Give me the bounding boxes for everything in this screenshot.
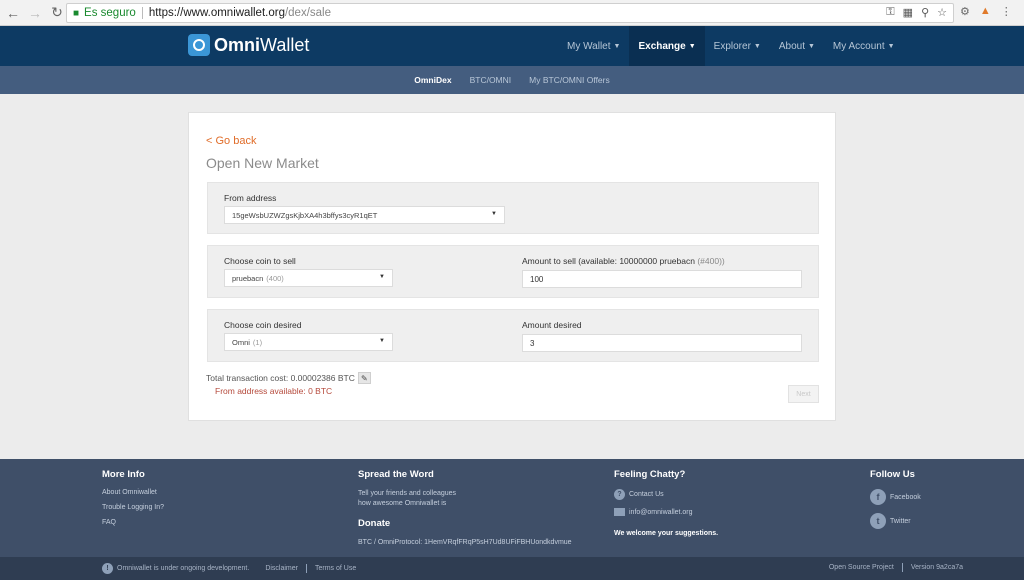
divider [305,564,307,573]
bottom-bar: ! Omniwallet is under ongoing developmen… [0,557,1024,580]
coin-sell-value: pruebacn [232,273,264,283]
translate-icon[interactable]: ▦ [903,6,913,19]
from-address-label: From address [224,193,277,203]
chevron-down-icon: ▼ [807,42,815,50]
chevron-down-icon: ▼ [688,42,696,50]
twitter-icon: t [870,513,886,529]
divider [901,563,903,572]
subnav-my-offers[interactable]: My BTC/OMNI Offers [529,75,610,85]
more-menu-icon[interactable]: ⋮ [1001,5,1012,18]
from-address-value: 15geWsbUZWZgsKjbXA4h3bffys3cyR1qET [232,210,378,220]
amount-desired-label: Amount desired [522,320,582,330]
available-balance-warning: From address available: 0 BTC [215,386,333,396]
footer: More Info About Omniwallet Trouble Loggi… [0,459,1024,557]
footer-chatty: Feeling Chatty? ? Contact Us info@omniwa… [614,469,718,537]
subnav-btc-omni[interactable]: BTC/OMNI [470,75,512,85]
from-address-panel: From address 15geWsbUZWZgsKjbXA4h3bffys3… [207,182,819,234]
go-back-link[interactable]: < Go back [206,135,256,147]
sub-navbar: OmniDex BTC/OMNI My BTC/OMNI Offers [0,66,1024,94]
transaction-cost-text: Total transaction cost: 0.00002386 BTC [206,373,355,383]
brand-name: OmniWallet [214,34,310,55]
open-source-link[interactable]: Open Source Project [829,564,894,571]
open-market-card: < Go back Open New Market From address 1… [188,112,836,421]
coin-sell-id: (400) [266,273,284,283]
browser-toolbar: ← → ↻ ■ Es seguro https://www.omniwallet… [0,0,1024,26]
address-bar[interactable]: ■ Es seguro https://www.omniwallet.org /… [66,3,954,23]
sell-panel: Choose coin to sell pruebacn (400) ▼ Amou… [207,245,819,298]
reload-icon[interactable]: ↻ [48,4,66,22]
extension-fox-icon[interactable]: ▲ [980,5,991,18]
page-title: Open New Market [206,155,319,171]
transaction-cost: Total transaction cost: 0.00002386 BTC ✎ [206,372,371,384]
footer-heading: Follow Us [870,469,915,480]
chevron-down-icon: ▼ [613,42,621,50]
coin-desired-value: Omni [232,337,250,347]
question-icon: ? [614,489,625,500]
footer-link-about[interactable]: About Omniwallet [102,489,164,496]
omni-logo-icon [188,34,210,56]
mail-icon [614,508,625,516]
omniwallet-logo[interactable]: OmniWallet [188,34,309,56]
forward-arrow-icon[interactable]: → [26,4,44,22]
back-arrow-icon[interactable]: ← [4,4,22,22]
next-button[interactable]: Next [788,385,819,403]
donate-heading: Donate [358,518,391,529]
pencil-icon[interactable]: ✎ [357,372,371,384]
coin-desired-id: (1) [252,337,263,347]
donate-address[interactable]: BTC / OmniProtocol: 1HemVRqfFRqP5sH7Ud8U… [358,538,572,548]
chevron-down-icon: ▼ [753,42,761,50]
spread-text-line1[interactable]: Tell your friends and colleagues [358,489,572,499]
menu-exchange[interactable]: Exchange ▼ [629,26,705,66]
coin-sell-label: Choose coin to sell [224,256,296,266]
menu-my-wallet[interactable]: My Wallet ▼ [558,26,629,66]
chevron-down-icon: ▼ [887,42,895,50]
version-link[interactable]: Version 9a2ca7a [911,564,963,571]
terms-link[interactable]: Terms of Use [315,565,356,572]
footer-link-trouble[interactable]: Trouble Logging In? [102,504,164,511]
footer-spread: Spread the Word Tell your friends and co… [358,469,572,548]
menu-explorer[interactable]: Explorer ▼ [705,26,770,66]
menu-about[interactable]: About ▼ [770,26,824,66]
extension-icon[interactable]: ⚙ [960,5,970,18]
footer-follow: Follow Us f Facebook t Twitter [870,469,921,537]
coin-sell-select[interactable]: pruebacn (400) ▼ [224,269,393,287]
caret-down-icon: ▼ [379,338,385,344]
welcome-text: We welcome your suggestions. [614,530,719,537]
lock-icon: ■ [73,7,80,19]
development-notice: Omniwallet is under ongoing development. [117,565,250,572]
menu-my-account[interactable]: My Account ▼ [824,26,904,66]
info-icon: ! [102,563,113,574]
caret-down-icon: ▼ [379,274,385,280]
url-path: /dex/sale [284,7,331,19]
main-menu: My Wallet ▼ Exchange ▼ Explorer ▼ About ▼ My… [558,26,904,66]
facebook-icon: f [870,489,886,505]
secure-label: Es seguro [84,7,136,19]
desired-panel: Choose coin desired Omni (1) ▼ Amount des… [207,309,819,362]
contact-us-link[interactable]: ? Contact Us [614,489,718,500]
subnav-omnidex[interactable]: OmniDex [414,75,451,85]
zoom-icon[interactable]: ⚲ [921,6,929,19]
amount-sell-input[interactable]: 100 [522,270,802,288]
disclaimer-link[interactable]: Disclaimer [265,565,298,572]
top-navbar: OmniWallet My Wallet ▼ Exchange ▼ Explorer… [0,26,1024,66]
twitter-link[interactable]: t Twitter [870,513,921,529]
amount-desired-input[interactable]: 3 [522,334,802,352]
key-icon[interactable]: ⚿ [886,6,894,19]
facebook-link[interactable]: f Facebook [870,489,921,505]
amount-sell-label: Amount to sell (available: 10000000 prue… [522,256,725,266]
star-icon[interactable]: ☆ [937,6,947,19]
footer-heading: More Info [102,469,145,480]
coin-desired-label: Choose coin desired [224,320,302,330]
coin-desired-select[interactable]: Omni (1) ▼ [224,333,393,351]
footer-more-info: More Info About Omniwallet Trouble Loggi… [102,469,164,534]
email-link[interactable]: info@omniwallet.org [614,508,718,516]
footer-heading: Spread the Word [358,469,434,480]
footer-link-faq[interactable]: FAQ [102,519,164,526]
url-host: https://www.omniwallet.org [148,7,285,19]
footer-heading: Feeling Chatty? [614,469,686,480]
from-address-select[interactable]: 15geWsbUZWZgsKjbXA4h3bffys3cyR1qET ▼ [224,206,505,224]
address-separator [141,7,143,19]
caret-down-icon: ▼ [491,211,497,217]
spread-text-line2[interactable]: how awesome Omniwallet is [358,499,572,509]
